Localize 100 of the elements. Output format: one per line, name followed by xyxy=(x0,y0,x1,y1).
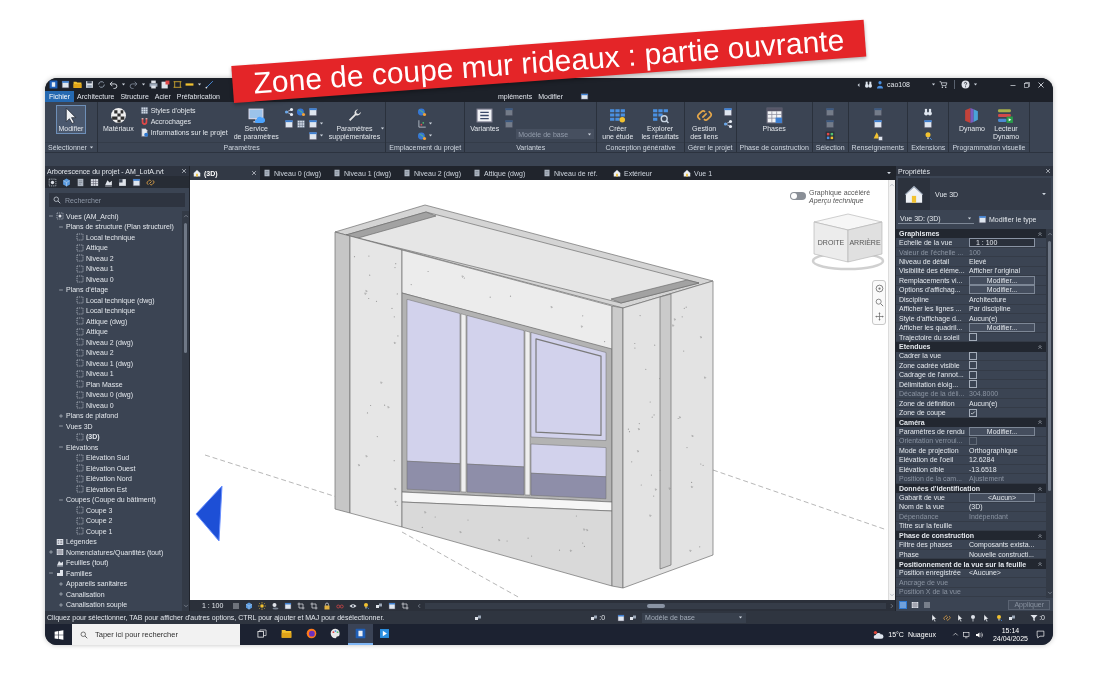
window-icon[interactable] xyxy=(61,80,70,89)
lightbulb-icon[interactable] xyxy=(995,613,1004,622)
lock-icon[interactable] xyxy=(323,601,332,610)
sun-icon[interactable] xyxy=(258,601,267,610)
cube-icon[interactable] xyxy=(62,177,71,187)
ribbon-icon-button[interactable] xyxy=(283,118,294,129)
caret-icon[interactable] xyxy=(973,82,978,87)
ribbon-icon-button[interactable] xyxy=(295,106,306,117)
pan-icon[interactable] xyxy=(874,312,884,321)
filter-icon[interactable] xyxy=(1030,613,1039,622)
caret-icon[interactable] xyxy=(197,82,202,87)
cart-icon[interactable] xyxy=(939,80,948,89)
chain-link-icon[interactable] xyxy=(943,613,952,622)
window-icon[interactable] xyxy=(617,613,626,622)
caret-icon[interactable] xyxy=(121,82,126,87)
window-icon[interactable] xyxy=(284,601,293,610)
vertical-scrollbar[interactable] xyxy=(888,180,895,600)
horizontal-scrollbar[interactable] xyxy=(425,602,886,609)
navigation-bar[interactable] xyxy=(872,280,886,325)
caret-icon[interactable] xyxy=(931,82,936,87)
block-icon[interactable] xyxy=(118,177,127,187)
close-button[interactable] xyxy=(1045,168,1051,174)
save-icon[interactable] xyxy=(85,80,94,89)
ribbon-icon-button[interactable] xyxy=(283,106,294,117)
eye-icon[interactable] xyxy=(349,601,358,610)
close-icon[interactable] xyxy=(1037,80,1045,89)
cursor-icon[interactable] xyxy=(930,613,939,622)
folder-icon[interactable] xyxy=(73,80,82,89)
blocks-icon[interactable] xyxy=(1008,613,1017,622)
line-icon[interactable] xyxy=(205,80,214,89)
restore-icon[interactable] xyxy=(1023,80,1031,89)
checkbox[interactable] xyxy=(969,370,977,379)
caret-left-icon[interactable] xyxy=(856,81,862,88)
zoom-icon[interactable] xyxy=(874,298,884,307)
detail-lines-icon[interactable] xyxy=(899,600,907,609)
cursor-icon[interactable] xyxy=(982,613,991,622)
document-badge-icon[interactable] xyxy=(161,80,170,89)
caret-icon[interactable] xyxy=(141,82,146,87)
plus-icon[interactable] xyxy=(58,580,64,587)
shadow-icon[interactable] xyxy=(271,601,280,610)
landscape-icon[interactable] xyxy=(104,177,113,187)
sync-icon[interactable] xyxy=(97,80,106,89)
checkbox[interactable] xyxy=(969,380,977,389)
crop-icon[interactable] xyxy=(401,601,410,610)
window-icon[interactable] xyxy=(580,93,590,100)
blocks-icon[interactable] xyxy=(629,613,638,622)
sheet-icon[interactable] xyxy=(76,177,85,187)
checkbox[interactable] xyxy=(969,333,977,342)
detail-lines-icon[interactable] xyxy=(232,601,241,610)
ribbon-icon-button[interactable] xyxy=(307,130,324,141)
view-frame-icon[interactable] xyxy=(48,177,57,187)
vertical-scrollbar[interactable] xyxy=(182,211,189,611)
chevron-up-icon[interactable] xyxy=(951,631,959,638)
speaker-icon[interactable] xyxy=(974,630,983,639)
ribbon-icon-button[interactable] xyxy=(872,118,883,129)
target-icon[interactable] xyxy=(874,284,884,293)
blocks-icon[interactable] xyxy=(590,613,599,622)
app-tile-icon[interactable] xyxy=(49,80,58,89)
detail-lines-icon[interactable] xyxy=(923,600,931,609)
taskbar-app-button[interactable] xyxy=(348,624,373,645)
checkbox[interactable] xyxy=(969,408,977,417)
notification-icon[interactable] xyxy=(1036,630,1045,639)
plus-icon[interactable] xyxy=(58,601,64,608)
checkbox[interactable] xyxy=(969,351,977,360)
redo-icon[interactable] xyxy=(129,80,138,89)
bar-icon[interactable] xyxy=(185,80,194,89)
help-icon[interactable] xyxy=(961,80,970,89)
section-box-grip[interactable] xyxy=(195,485,223,542)
window-icon[interactable] xyxy=(388,601,397,610)
network-icon[interactable] xyxy=(962,630,971,639)
ribbon-icon-button[interactable] xyxy=(417,130,434,141)
crop-icon[interactable] xyxy=(297,601,306,610)
cube-icon[interactable] xyxy=(245,601,254,610)
square-frame-icon[interactable] xyxy=(173,80,182,89)
plus-icon[interactable] xyxy=(58,591,64,598)
blocks-icon[interactable] xyxy=(474,613,483,622)
undo-icon[interactable] xyxy=(109,80,118,89)
ribbon-icon-button[interactable] xyxy=(295,118,306,129)
binoculars-icon[interactable] xyxy=(864,80,874,89)
printer-icon[interactable] xyxy=(149,80,158,89)
close-icon[interactable] xyxy=(251,170,257,176)
lightbulb-icon[interactable] xyxy=(362,601,371,610)
ribbon-icon-button[interactable] xyxy=(307,118,324,129)
ribbon-icon-button[interactable] xyxy=(923,106,934,117)
vertical-scrollbar[interactable] xyxy=(1046,229,1053,598)
ribbon-icon-button[interactable] xyxy=(825,130,836,141)
pin-icon[interactable] xyxy=(969,613,978,622)
ribbon-icon-button[interactable] xyxy=(872,130,883,141)
ribbon-icon-button[interactable] xyxy=(722,118,733,129)
checkbox[interactable] xyxy=(969,361,977,370)
ribbon-icon-button[interactable] xyxy=(923,118,934,129)
ribbon-icon-button[interactable] xyxy=(722,106,733,117)
weather-cloud-icon[interactable] xyxy=(873,629,885,640)
toggle-switch[interactable] xyxy=(790,192,806,200)
window-icon[interactable] xyxy=(132,177,141,187)
table-icon[interactable] xyxy=(90,177,99,187)
caret-icon[interactable] xyxy=(886,170,892,176)
crop-icon[interactable] xyxy=(310,601,319,610)
table-icon[interactable] xyxy=(911,600,919,609)
close-button[interactable] xyxy=(181,168,187,174)
